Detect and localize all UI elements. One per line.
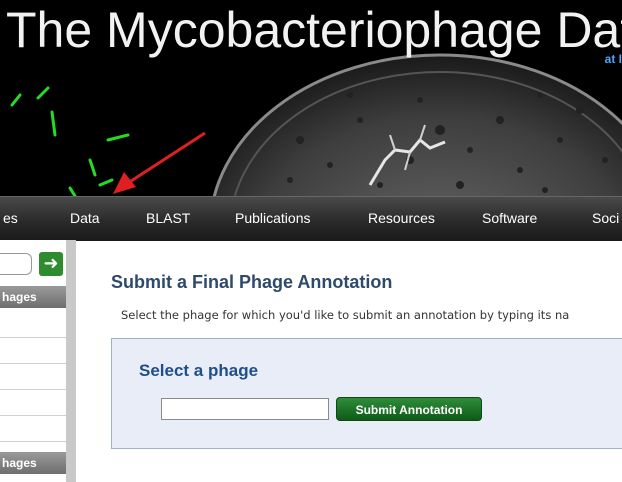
red-arrow-icon <box>113 131 206 194</box>
nav-item-phages[interactable]: es <box>3 210 18 226</box>
nav-item-data[interactable]: Data <box>70 210 100 226</box>
panel-heading: Select a phage <box>139 361 259 380</box>
sidebar-row[interactable] <box>0 338 66 364</box>
site-subtitle: at I <box>604 52 622 66</box>
nav-item-social[interactable]: Soci <box>592 210 619 226</box>
sidebar-panel: ➜ hages hages <box>0 240 66 482</box>
sidebar-row[interactable] <box>0 416 66 442</box>
select-phage-panel: Select a phage Submit Annotation <box>111 338 622 449</box>
left-sidebar: ➜ hages hages <box>0 240 76 482</box>
nav-item-software[interactable]: Software <box>482 210 537 226</box>
sidebar-row[interactable] <box>0 390 66 416</box>
main-nav: es Data BLAST Publications Resources Sof… <box>0 196 622 241</box>
sidebar-search-input[interactable] <box>0 253 32 275</box>
page-title: Submit a Final Phage Annotation <box>111 272 393 292</box>
sidebar-row[interactable] <box>0 312 66 338</box>
sidebar-section-phages-2[interactable]: hages <box>0 452 66 474</box>
phage-name-input[interactable] <box>161 398 329 420</box>
page-description: Select the phage for which you'd like to… <box>121 308 570 322</box>
sidebar-section-phages[interactable]: hages <box>0 286 66 308</box>
arrow-right-icon[interactable]: ➜ <box>39 252 63 276</box>
header-banner: The Mycobacteriophage Data at I <box>0 0 622 196</box>
sidebar-row[interactable] <box>0 364 66 390</box>
nav-item-resources[interactable]: Resources <box>368 210 435 226</box>
nav-item-publications[interactable]: Publications <box>235 210 311 226</box>
submit-annotation-button[interactable]: Submit Annotation <box>336 397 482 421</box>
site-title: The Mycobacteriophage Data <box>6 2 622 58</box>
nav-item-blast[interactable]: BLAST <box>146 210 190 226</box>
